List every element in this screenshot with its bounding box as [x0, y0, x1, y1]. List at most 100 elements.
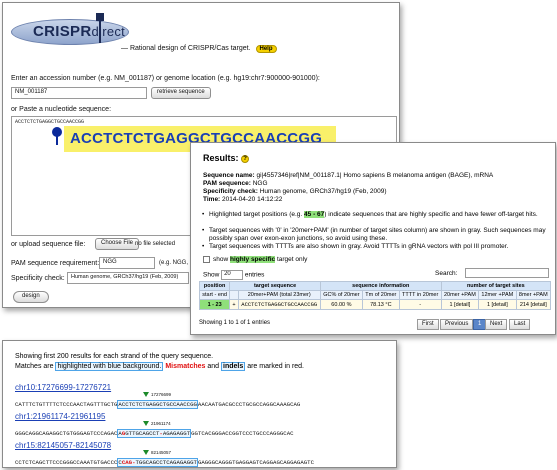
table-column-header: start - end 20mer+PAM (total 23mer) GC% … [198, 290, 552, 300]
results-table: position target sequence sequence inform… [198, 281, 552, 310]
sequence-name-value: gi|4557346|ref|NM_001187.1| Homo sapiens… [256, 172, 494, 179]
line2-mismatches: Mismatches [165, 363, 206, 370]
show-specific-pre: show [213, 256, 229, 263]
alignment-panel: Showing first 200 results for each stran… [2, 340, 397, 468]
search-label: Search: [435, 270, 458, 277]
cell-sites-20mer[interactable]: 1 [detail] [440, 299, 480, 310]
hit-alignment: GGGCAGGCAGAGGCTGTGGGAGTCCCAGACAGGTTGCAGC… [15, 429, 294, 438]
retrieve-sequence-button[interactable]: retrieve sequence [151, 87, 211, 99]
col-20mer-pam[interactable]: 20mer+PAM (total 23mer) [237, 290, 321, 300]
aln-post: GGTCACGGGACCGGTCCCTGCCCAGGGCAC [191, 430, 294, 437]
show-specific-post: target only [276, 256, 308, 263]
specificity-line: Specificity check: Human genome, GRCh37/… [203, 188, 387, 195]
no-file-label: no file selected [135, 241, 176, 247]
aln-mismatch: CAG [121, 459, 133, 466]
bullet1-range: 45 - 67 [304, 211, 325, 218]
entries-label: entries [244, 271, 265, 279]
group-header-target: target sequence [229, 281, 321, 291]
sequence-text: ACCTCTCTGAGGCTGCCAACCGG [15, 119, 85, 125]
hit-location-link[interactable]: chr10:17276699-17276721 [15, 383, 111, 392]
aln-post: AACAATGACGCCCTGCGCCAGGCAAAGCAG [197, 401, 301, 408]
cell-tm: 78.13 °C [361, 299, 400, 310]
bullet-gray: Target sequences with '0' in '20mer+PAM'… [202, 227, 549, 243]
col-tm[interactable]: Tm of 20mer [361, 290, 400, 300]
aln-post: GAGGGCAGGGTGAGGAGTCAGGAGCAGGAGAGTC [197, 459, 314, 466]
cell-gc: 60.00 % [319, 299, 363, 310]
col-sites-12mer[interactable]: 12mer +PAM [478, 290, 517, 300]
cell-sites-12mer[interactable]: 1 [detail] [478, 299, 517, 310]
aln-match-c: AGAGAGGT [162, 430, 191, 437]
col-start-end[interactable]: start - end [198, 290, 231, 300]
results-help-icon[interactable]: ? [241, 154, 250, 163]
aln-match: ACCTCTCTGAGGCTGCCAACCGG [117, 400, 198, 409]
position-arrow-icon [143, 392, 149, 398]
aln-match-c: TGGCAGCCTCAGAGAGGT [135, 459, 197, 466]
bullet-tttt: Target sequences with TTTTs are also sho… [202, 243, 549, 251]
group-header-info: sequence information [319, 281, 442, 291]
time-label: Time: [203, 196, 221, 203]
alignment-intro-1: Showing first 200 results for each stran… [15, 353, 214, 360]
col-gc[interactable]: GC% of 20mer [319, 290, 363, 300]
bullet1-pre: Highlighted target positions (e.g. [209, 211, 303, 218]
tagline-text: — Rational design of CRISPR/Cas target. [121, 45, 251, 52]
logo-direct: direct [91, 24, 126, 39]
cell-position: 1 - 23 [198, 299, 231, 310]
entries-select[interactable]: 20 [221, 270, 244, 280]
pam-sequence-label: PAM sequence: [203, 180, 251, 187]
search-input[interactable] [465, 268, 549, 278]
aln-match-block: AGGTTGCAGCCT-AGAGAGGT [117, 429, 192, 438]
hit-location-link[interactable]: chr15:82145057-82145078 [15, 441, 111, 450]
line2-pre: Matches are [15, 363, 54, 370]
cell-sites-8mer[interactable]: 214 [detail] [515, 299, 552, 310]
choose-file-button[interactable]: Choose File [95, 238, 140, 250]
pager-next[interactable]: Next [485, 319, 508, 330]
hit-alignment: CATTTCTGTTTTCTCCCAACTAGTTTGCTGACCTCTCTGA… [15, 400, 301, 409]
entries-control: Show 20 entries [203, 270, 264, 280]
logo-crispr: CRISPR [33, 23, 92, 40]
aln-pre: CCTCTCAGCTTCCCGGGCCAAATGTGACCC [15, 459, 118, 466]
cell-sequence: ACCTCTCTGAGGCTGCCAACCGG [237, 299, 321, 310]
col-sites-20mer[interactable]: 20mer +PAM [440, 290, 480, 300]
specificity-check-value: Human genome, GRCh37/hg19 (Feb, 2009) [259, 188, 387, 195]
sequence-name-line: Sequence name: gi|4557346|ref|NM_001187.… [203, 172, 493, 179]
highly-specific-checkbox[interactable] [203, 256, 210, 263]
show-specific-highlight: highly specific [230, 256, 276, 263]
aln-match-b: GTTGCAGCCT [125, 430, 160, 437]
aln-pre: CATTTCTGTTTTCTCCCAACTAGTTTGCTG [15, 401, 118, 408]
magnifier-pin-icon [52, 127, 62, 137]
pam-label: PAM sequence requirement: [11, 260, 100, 267]
pam-sequence-value: NGG [252, 180, 268, 187]
accession-label: Enter an accession number (e.g. NM_00118… [11, 75, 320, 82]
hit-position-marker: 21961174 [143, 421, 171, 427]
col-tttt[interactable]: TTTT in 20mer [398, 290, 442, 300]
specificity-select[interactable]: Human genome, GRCh37/hg19 (Feb, 2009) [67, 272, 189, 284]
cell-strand: + [229, 299, 239, 310]
bullet-highlighted: Highlighted target positions (e.g. 45 - … [202, 211, 549, 219]
col-strand[interactable] [229, 290, 239, 300]
hit-alignment: CCTCTCAGCTTCCCGGGCCAAATGTGACCCCCAG-TGGCA… [15, 458, 314, 467]
specificity-label: Specificity check: [11, 275, 65, 282]
line2-indels: indels [221, 362, 246, 371]
pager-previous[interactable]: Previous [440, 319, 474, 330]
table-row: 1 - 23 + ACCTCTCTGAGGCTGCCAACCGG 60.00 %… [198, 299, 552, 310]
highly-specific-label: show highly specific target only [213, 256, 307, 263]
accession-input[interactable]: NM_001187 [11, 87, 147, 99]
pam-input[interactable]: NGG [99, 257, 155, 269]
time-line: Time: 2014-04-20 14:12:22 [203, 196, 282, 203]
pager-last[interactable]: Last [509, 319, 531, 330]
line2-highlight: highlighted with blue background. [55, 362, 164, 371]
line2-post: are marked in red. [247, 363, 305, 370]
results-title: Results: ? [203, 153, 250, 163]
cell-tttt: - [398, 299, 442, 310]
help-button[interactable]: Help [255, 45, 277, 53]
hit-position-marker: 17276699 [143, 392, 171, 398]
upload-label: or upload sequence file: [11, 241, 86, 248]
position-arrow-icon [143, 421, 149, 427]
hit-position: 82145057 [151, 450, 172, 455]
table-group-header: position target sequence sequence inform… [198, 281, 552, 291]
pager-first[interactable]: First [417, 319, 439, 330]
line2-and: and [207, 363, 220, 370]
design-button[interactable]: design [13, 291, 49, 303]
hit-location-link[interactable]: chr1:21961174-21961195 [15, 412, 105, 421]
col-sites-8mer[interactable]: 8mer +PAM [515, 290, 552, 300]
